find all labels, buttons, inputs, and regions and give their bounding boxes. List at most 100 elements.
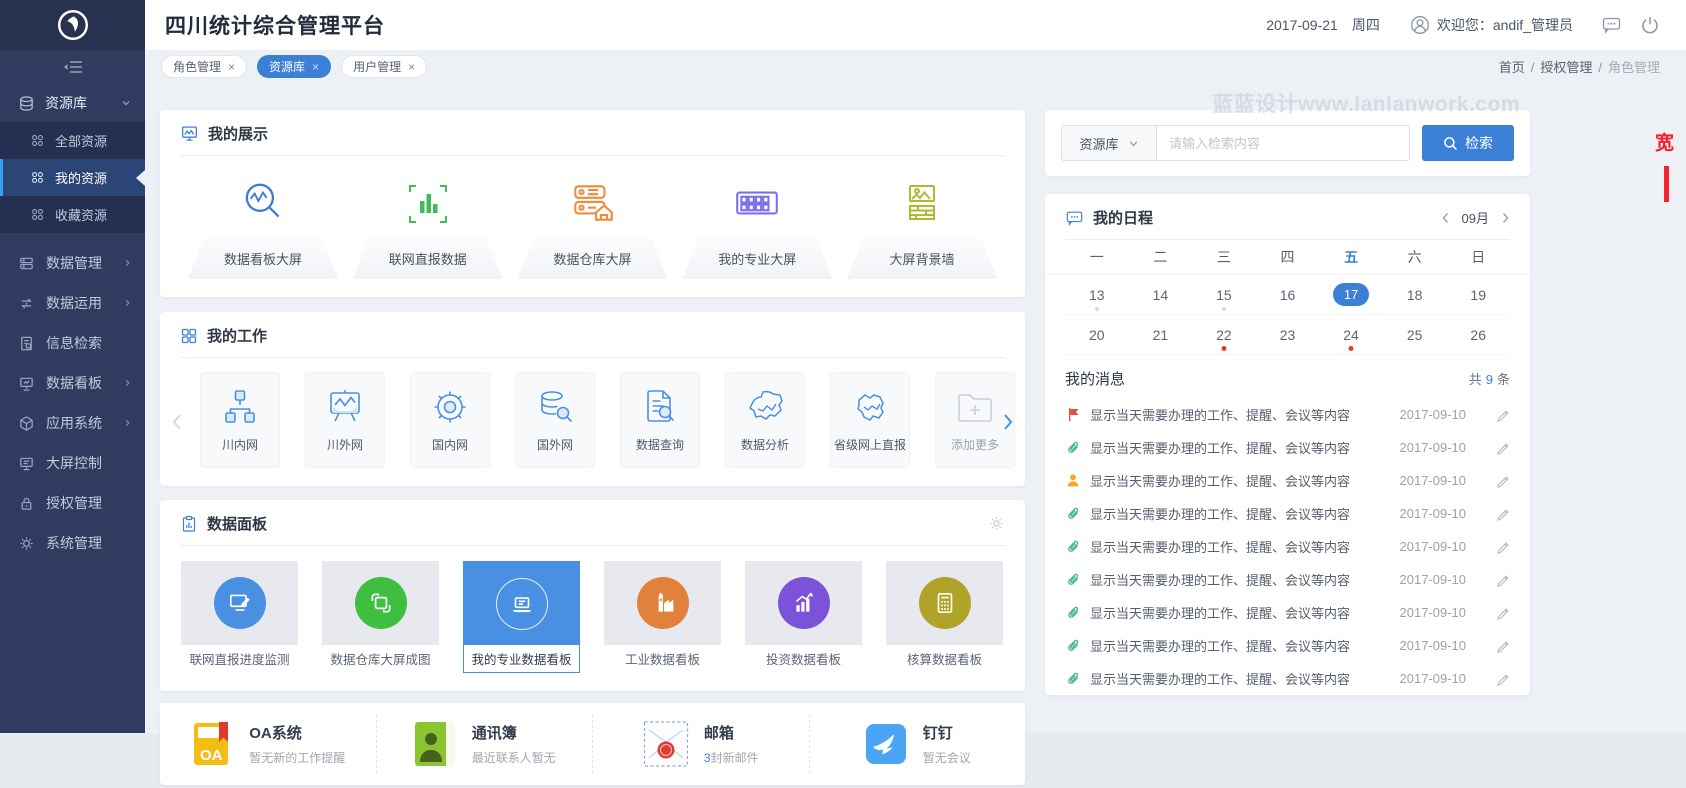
- tab-resource-library[interactable]: 资源库: [257, 55, 331, 78]
- settings-gear-icon[interactable]: [988, 515, 1005, 532]
- image-wall-icon: [898, 172, 946, 228]
- sidebar-item-data-management[interactable]: 数据管理: [0, 243, 145, 283]
- sidebar-item-my-resources[interactable]: 我的资源: [0, 159, 145, 196]
- quicklink-dingtalk[interactable]: 钉钉 暂无会议: [810, 715, 1026, 773]
- message-bubble-icon[interactable]: [1601, 15, 1622, 35]
- sidebar-item-bigscreen-control[interactable]: 大屏控制: [0, 443, 145, 483]
- tab-user-management[interactable]: 用户管理: [341, 55, 427, 78]
- calendar-day[interactable]: 18: [1383, 275, 1447, 315]
- work-tile-extranet-sichuan[interactable]: 川外网: [305, 372, 385, 468]
- calendar-day[interactable]: 21: [1129, 315, 1193, 355]
- sidebar-item-data-board[interactable]: 数据看板: [0, 363, 145, 403]
- work-tile-intranet-sichuan[interactable]: 川内网: [200, 372, 280, 468]
- databoard-tile-my-professional-board[interactable]: 我的专业数据看板: [463, 561, 580, 673]
- tab-role-management[interactable]: 角色管理: [161, 55, 247, 78]
- sidebar-group-resource-library[interactable]: 资源库: [0, 84, 145, 122]
- databoard-tile-warehouse-mapping[interactable]: 数据仓库大屏成图: [322, 561, 439, 673]
- sidebar-item-authorization[interactable]: 授权管理: [0, 483, 145, 523]
- quicklink-oa-system[interactable]: OA OA系统 暂无新的工作提醒: [160, 715, 377, 773]
- display-card-online-report-data[interactable]: 联网直报数据: [353, 172, 503, 279]
- sidebar-item-favorite-resources[interactable]: 收藏资源: [0, 196, 145, 233]
- message-date: 2017-09-10: [1400, 671, 1467, 686]
- edit-icon[interactable]: [1496, 573, 1510, 587]
- sidebar-item-data-application[interactable]: 数据运用: [0, 283, 145, 323]
- calendar-day[interactable]: 24: [1319, 315, 1383, 355]
- section-title: 我的展示: [208, 123, 268, 144]
- calendar-day[interactable]: 19: [1446, 275, 1510, 315]
- edit-icon[interactable]: [1496, 441, 1510, 455]
- user-menu[interactable]: 欢迎您：andif_管理员: [1410, 15, 1573, 35]
- scroll-left-arrow[interactable]: [170, 412, 184, 432]
- edit-icon[interactable]: [1496, 474, 1510, 488]
- sidebar-collapse-button[interactable]: [0, 50, 145, 84]
- calendar-day[interactable]: 26: [1446, 315, 1510, 355]
- calendar-day[interactable]: 16: [1256, 275, 1320, 315]
- event-dot-red: [1221, 346, 1226, 351]
- calendar-day[interactable]: 20: [1065, 315, 1129, 355]
- calendar-day[interactable]: 14: [1129, 275, 1193, 315]
- databoard-tile-online-report-monitor[interactable]: 联网直报进度监测: [181, 561, 298, 673]
- messages-header: 我的消息 共9条: [1045, 355, 1530, 398]
- close-icon[interactable]: [228, 61, 235, 73]
- prev-month-arrow[interactable]: [1441, 212, 1450, 224]
- search-button[interactable]: 检索: [1422, 125, 1514, 161]
- lock-icon: [18, 495, 35, 512]
- sidebar-item-info-search[interactable]: 信息检索: [0, 323, 145, 363]
- sidebar-item-label: 应用系统: [46, 413, 102, 433]
- display-card-warehouse-screen[interactable]: 数据仓库大屏: [518, 172, 668, 279]
- work-tile-data-analysis[interactable]: 数据分析: [725, 372, 805, 468]
- display-card-background-wall[interactable]: 大屏背景墙: [847, 172, 997, 279]
- search-category-select[interactable]: 资源库: [1061, 125, 1157, 161]
- paperclip-icon: [1065, 605, 1081, 620]
- edit-icon[interactable]: [1496, 507, 1510, 521]
- databoard-tile-accounting-board[interactable]: 核算数据看板: [886, 561, 1003, 673]
- scroll-right-arrow[interactable]: [1001, 412, 1015, 432]
- quicklink-subtitle: 暂无会议: [923, 749, 971, 766]
- sidebar-item-system-management[interactable]: 系统管理: [0, 523, 145, 563]
- edit-icon[interactable]: [1496, 639, 1510, 653]
- presentation-chart-icon: [325, 387, 365, 427]
- calendar-day-selected[interactable]: 17: [1319, 275, 1383, 315]
- edit-icon[interactable]: [1496, 672, 1510, 686]
- databoard-tile-industry-board[interactable]: 工业数据看板: [604, 561, 721, 673]
- message-date: 2017-09-10: [1400, 605, 1467, 620]
- display-card-professional-screen[interactable]: 我的专业大屏: [682, 172, 832, 279]
- topbar: 四川统计综合管理平台 2017-09-21 周四 欢迎您：andif_管理员: [145, 0, 1686, 50]
- display-card-databoard-screen[interactable]: 数据看板大屏: [188, 172, 338, 279]
- next-month-arrow[interactable]: [1501, 212, 1510, 224]
- display-card-label: 大屏背景墙: [847, 237, 997, 279]
- work-tile-provincial-online-report[interactable]: 省级网上直报: [830, 372, 910, 468]
- sidebar-item-application-system[interactable]: 应用系统: [0, 403, 145, 443]
- calendar-day[interactable]: 23: [1256, 315, 1320, 355]
- sidebar-item-all-resources[interactable]: 全部资源: [0, 122, 145, 159]
- databoard-tile-investment-board[interactable]: 投资数据看板: [745, 561, 862, 673]
- breadcrumb-home[interactable]: 首页: [1499, 60, 1525, 75]
- quicklink-contacts[interactable]: 通讯簿 最近联系人暂无: [377, 715, 594, 773]
- edit-icon[interactable]: [1496, 408, 1510, 422]
- message-text: 显示当天需要办理的工作、提醒、会议等内容: [1090, 636, 1350, 655]
- calendar-day[interactable]: 15: [1192, 275, 1256, 315]
- message-date: 2017-09-10: [1400, 638, 1467, 653]
- server-home-icon: [568, 172, 618, 228]
- work-tile-data-query[interactable]: 数据查询: [620, 372, 700, 468]
- edit-icon[interactable]: [1496, 606, 1510, 620]
- current-date: 2017-09-21: [1266, 17, 1338, 33]
- calendar-day[interactable]: 25: [1383, 315, 1447, 355]
- breadcrumb-section[interactable]: 授权管理: [1540, 60, 1592, 75]
- calendar-day[interactable]: 22: [1192, 315, 1256, 355]
- sichuan-map-icon: [850, 387, 890, 427]
- calendar-day[interactable]: 13: [1065, 275, 1129, 315]
- edit-icon[interactable]: [1496, 540, 1510, 554]
- power-icon[interactable]: [1640, 15, 1660, 35]
- work-tile-foreign-net[interactable]: 国外网: [515, 372, 595, 468]
- message-row: 显示当天需要办理的工作、提醒、会议等内容 2017-09-10: [1045, 464, 1530, 497]
- paperclip-icon: [1065, 638, 1081, 653]
- oa-book-icon: OA: [190, 720, 234, 768]
- search-input[interactable]: [1157, 125, 1410, 161]
- close-icon[interactable]: [312, 61, 319, 73]
- display-card-label: 数据仓库大屏: [518, 237, 668, 279]
- work-tile-domestic-net[interactable]: 国内网: [410, 372, 490, 468]
- quicklink-mailbox[interactable]: 邮箱 3封新邮件: [593, 715, 810, 773]
- close-icon[interactable]: [408, 61, 415, 73]
- chevron-down-icon: [1128, 138, 1139, 149]
